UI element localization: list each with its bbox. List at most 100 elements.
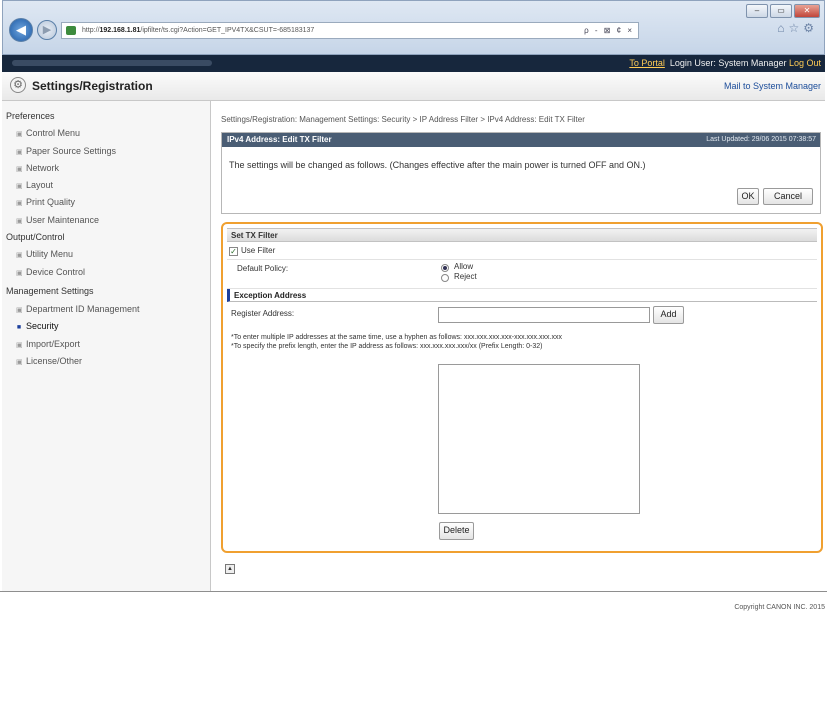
use-filter-row: ✓ Use Filter bbox=[227, 243, 817, 260]
favorites-icon[interactable]: ☆ bbox=[788, 21, 803, 35]
address-bar[interactable]: http://192.168.1.81/ipfilter/ts.cgi?Acti… bbox=[61, 22, 639, 39]
sidebar-item-department-id[interactable]: ▣ Department ID Management bbox=[16, 304, 140, 314]
bullet-icon: ▣ bbox=[16, 183, 23, 190]
device-name-blurred bbox=[12, 60, 212, 66]
restore-button[interactable]: ▭ bbox=[770, 4, 792, 18]
info-message: The settings will be changed as follows.… bbox=[229, 160, 646, 170]
sidebar-item-license-other[interactable]: ▣ License/Other bbox=[16, 356, 82, 366]
bullet-icon: ▣ bbox=[16, 218, 23, 225]
sidebar-item-label: Device Control bbox=[26, 267, 86, 277]
breadcrumb: Settings/Registration: Management Settin… bbox=[221, 115, 585, 124]
top-bar: To Portal Login User: System Manager Log… bbox=[2, 55, 825, 72]
page-title: Settings/Registration bbox=[32, 79, 153, 93]
mail-to-manager-link[interactable]: Mail to System Manager bbox=[724, 81, 821, 91]
use-filter-checkbox[interactable]: ✓ bbox=[229, 247, 238, 256]
sidebar-item-label: Security bbox=[26, 321, 59, 331]
bullet-icon: ▣ bbox=[16, 149, 23, 156]
ok-button[interactable]: OK bbox=[737, 188, 759, 205]
exception-address-list[interactable] bbox=[438, 364, 640, 514]
url-host: 192.168.1.81 bbox=[99, 27, 141, 34]
logout-link[interactable]: Log Out bbox=[789, 58, 821, 68]
sidebar-item-label: Paper Source Settings bbox=[26, 146, 117, 156]
bullet-icon: ▣ bbox=[16, 307, 23, 314]
default-policy-row: Default Policy: Allow Reject bbox=[227, 260, 817, 289]
login-label: Login User: bbox=[669, 58, 716, 68]
bullet-icon: ▣ bbox=[16, 359, 23, 366]
login-area: To Portal Login User: System Manager Log… bbox=[629, 55, 821, 72]
arrow-left-icon: ◀ bbox=[16, 22, 26, 37]
bullet-icon: ▣ bbox=[16, 252, 23, 259]
copyright: Copyright CANON INC. 2015 bbox=[734, 604, 825, 611]
minimize-button[interactable]: – bbox=[746, 4, 768, 18]
reject-radio[interactable] bbox=[441, 274, 449, 282]
to-portal-link[interactable]: To Portal bbox=[629, 58, 665, 68]
register-address-label: Register Address: bbox=[231, 309, 295, 318]
login-user: System Manager bbox=[718, 58, 787, 68]
settings-gear-icon: ⚙ bbox=[10, 77, 26, 93]
sidebar-item-import-export[interactable]: ▣ Import/Export bbox=[16, 339, 80, 349]
checkmark-icon: ✓ bbox=[230, 247, 237, 256]
browser-window: – ▭ ✕ ◀ ▶ http://192.168.1.81/ipfilter/t… bbox=[2, 0, 825, 592]
add-button[interactable]: Add bbox=[653, 306, 684, 324]
url-path: /ipfilter/ts.cgi?Action=GET_IPV4TX&CSUT=… bbox=[140, 27, 315, 34]
tx-filter-highlight: Set TX Filter ✓ Use Filter Default Polic… bbox=[221, 222, 823, 553]
sidebar-item-label: Import/Export bbox=[26, 339, 81, 349]
bullet-icon: ▣ bbox=[16, 342, 23, 349]
last-updated: Last Updated: 29/06 2015 07:38:57 bbox=[706, 136, 816, 143]
sidebar-item-label: Network bbox=[26, 163, 60, 173]
hint-prefix: *To specify the prefix length, enter the… bbox=[231, 343, 543, 350]
sidebar-item-label: Control Menu bbox=[26, 128, 81, 138]
sidebar-item-label: Print Quality bbox=[26, 197, 76, 207]
sidebar-item-user-maintenance[interactable]: ▣ User Maintenance bbox=[16, 215, 99, 225]
sidebar-group-output-control[interactable]: Output/Control bbox=[6, 232, 65, 242]
bullet-icon: ▣ bbox=[16, 166, 23, 173]
url-prefix: http:// bbox=[82, 27, 100, 34]
bullet-icon: ▣ bbox=[16, 200, 23, 207]
sidebar-item-print-quality[interactable]: ▣ Print Quality bbox=[16, 197, 75, 207]
sidebar-group-preferences[interactable]: Preferences bbox=[6, 111, 55, 121]
settings-icon[interactable]: ⚙ bbox=[803, 21, 818, 35]
sidebar-group-management-settings[interactable]: Management Settings bbox=[6, 286, 94, 296]
back-button[interactable]: ◀ bbox=[9, 18, 33, 42]
arrow-right-icon: ▶ bbox=[42, 24, 52, 36]
page-header: ⚙ Settings/Registration Mail to System M… bbox=[2, 72, 825, 101]
bullet-icon: ■ bbox=[16, 324, 22, 331]
sidebar-item-label: Layout bbox=[26, 180, 54, 190]
use-filter-label: Use Filter bbox=[241, 246, 276, 255]
window-controls: – ▭ ✕ bbox=[746, 4, 820, 18]
sidebar-item-control-menu[interactable]: ▣ Control Menu bbox=[16, 128, 80, 138]
sidebar-item-security[interactable]: ■ Security bbox=[16, 321, 59, 331]
cancel-button[interactable]: Cancel bbox=[763, 188, 813, 205]
sidebar-item-label: Utility Menu bbox=[26, 249, 74, 259]
allow-label: Allow bbox=[454, 262, 474, 271]
bullet-icon: ▣ bbox=[16, 131, 23, 138]
hint-multiple: *To enter multiple IP addresses at the s… bbox=[231, 334, 562, 341]
sidebar-item-device-control[interactable]: ▣ Device Control bbox=[16, 267, 85, 277]
sidebar-item-label: License/Other bbox=[26, 356, 83, 366]
panel-header: IPv4 Address: Edit TX Filter Last Update… bbox=[222, 133, 820, 147]
close-button[interactable]: ✕ bbox=[794, 4, 820, 18]
allow-radio[interactable] bbox=[441, 264, 449, 272]
bullet-icon: ▣ bbox=[16, 270, 23, 277]
footer-divider bbox=[0, 591, 827, 592]
home-icon[interactable]: ⌂ bbox=[777, 21, 788, 35]
sidebar-item-label: User Maintenance bbox=[26, 215, 100, 225]
sidebar: Preferences ▣ Control Menu ▣ Paper Source … bbox=[2, 101, 211, 592]
sidebar-item-layout[interactable]: ▣ Layout bbox=[16, 180, 53, 190]
sidebar-item-utility-menu[interactable]: ▣ Utility Menu bbox=[16, 249, 73, 259]
browser-toolbar-icons: ⌂☆⚙ bbox=[777, 21, 818, 35]
panel-title: IPv4 Address: Edit TX Filter bbox=[227, 135, 332, 144]
sidebar-item-network[interactable]: ▣ Network bbox=[16, 163, 59, 173]
browser-chrome: – ▭ ✕ ◀ ▶ http://192.168.1.81/ipfilter/t… bbox=[2, 0, 825, 55]
delete-button[interactable]: Delete bbox=[439, 522, 474, 540]
main-content: Settings/Registration: Management Settin… bbox=[211, 101, 825, 592]
exception-address-header: Exception Address bbox=[227, 289, 817, 302]
register-address-input[interactable] bbox=[438, 307, 650, 323]
site-icon bbox=[66, 26, 76, 35]
forward-button[interactable]: ▶ bbox=[37, 20, 57, 40]
page-top-icon[interactable]: ▲ bbox=[225, 564, 235, 574]
edit-panel: IPv4 Address: Edit TX Filter Last Update… bbox=[221, 132, 821, 214]
sidebar-item-paper-source[interactable]: ▣ Paper Source Settings bbox=[16, 146, 116, 156]
address-tools[interactable]: ρ - ⊠ ¢ × bbox=[584, 22, 634, 39]
sidebar-item-label: Department ID Management bbox=[26, 304, 140, 314]
